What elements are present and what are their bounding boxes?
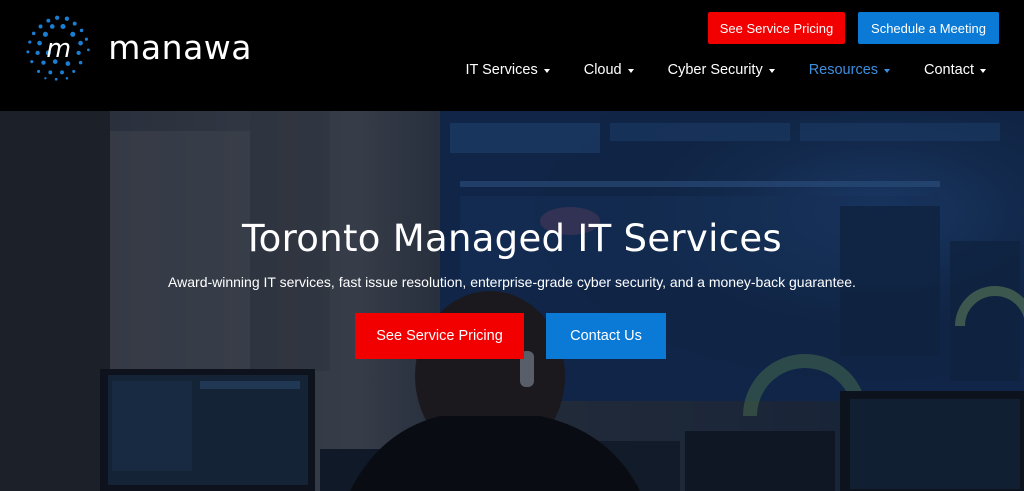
caret-down-icon	[627, 68, 634, 73]
nav-resources[interactable]: Resources	[808, 62, 891, 78]
hero-subtitle: Award-winning IT services, fast issue re…	[168, 274, 856, 290]
hero-overlay	[0, 111, 1024, 491]
hero-section: Toronto Managed IT Services Award-winnin…	[0, 111, 1024, 491]
caret-down-icon	[543, 68, 550, 73]
caret-down-icon	[768, 68, 775, 73]
schedule-meeting-button[interactable]: Schedule a Meeting	[858, 12, 999, 44]
nav-label: Cloud	[583, 62, 622, 78]
nav-it-services[interactable]: IT Services	[465, 62, 550, 78]
nav-label: IT Services	[465, 62, 538, 78]
svg-text:m: m	[46, 33, 71, 63]
nav-cyber-security[interactable]: Cyber Security	[668, 62, 775, 78]
nav-label: Cyber Security	[667, 62, 763, 78]
brand-logo[interactable]: m manawa	[22, 12, 252, 82]
caret-down-icon	[980, 68, 986, 73]
see-service-pricing-button[interactable]: See Service Pricing	[708, 12, 845, 44]
dotted-m-logo-icon: m	[26, 15, 90, 81]
nav-cloud[interactable]: Cloud	[584, 62, 634, 78]
brand-name: manawa	[108, 27, 252, 67]
nav-label: Contact	[924, 62, 974, 78]
caret-down-icon	[884, 68, 891, 73]
nav-contact[interactable]: Contact	[924, 62, 986, 78]
hero-title: Toronto Managed IT Services	[242, 217, 782, 260]
hero-see-service-pricing-button[interactable]: See Service Pricing	[355, 313, 524, 359]
site-header: m manawa See Service Pricing Schedule a …	[0, 0, 1024, 111]
hero-contact-us-button[interactable]: Contact Us	[546, 313, 666, 359]
main-nav: IT Services Cloud Cyber Security Resourc…	[465, 58, 986, 82]
nav-label: Resources	[808, 62, 879, 78]
